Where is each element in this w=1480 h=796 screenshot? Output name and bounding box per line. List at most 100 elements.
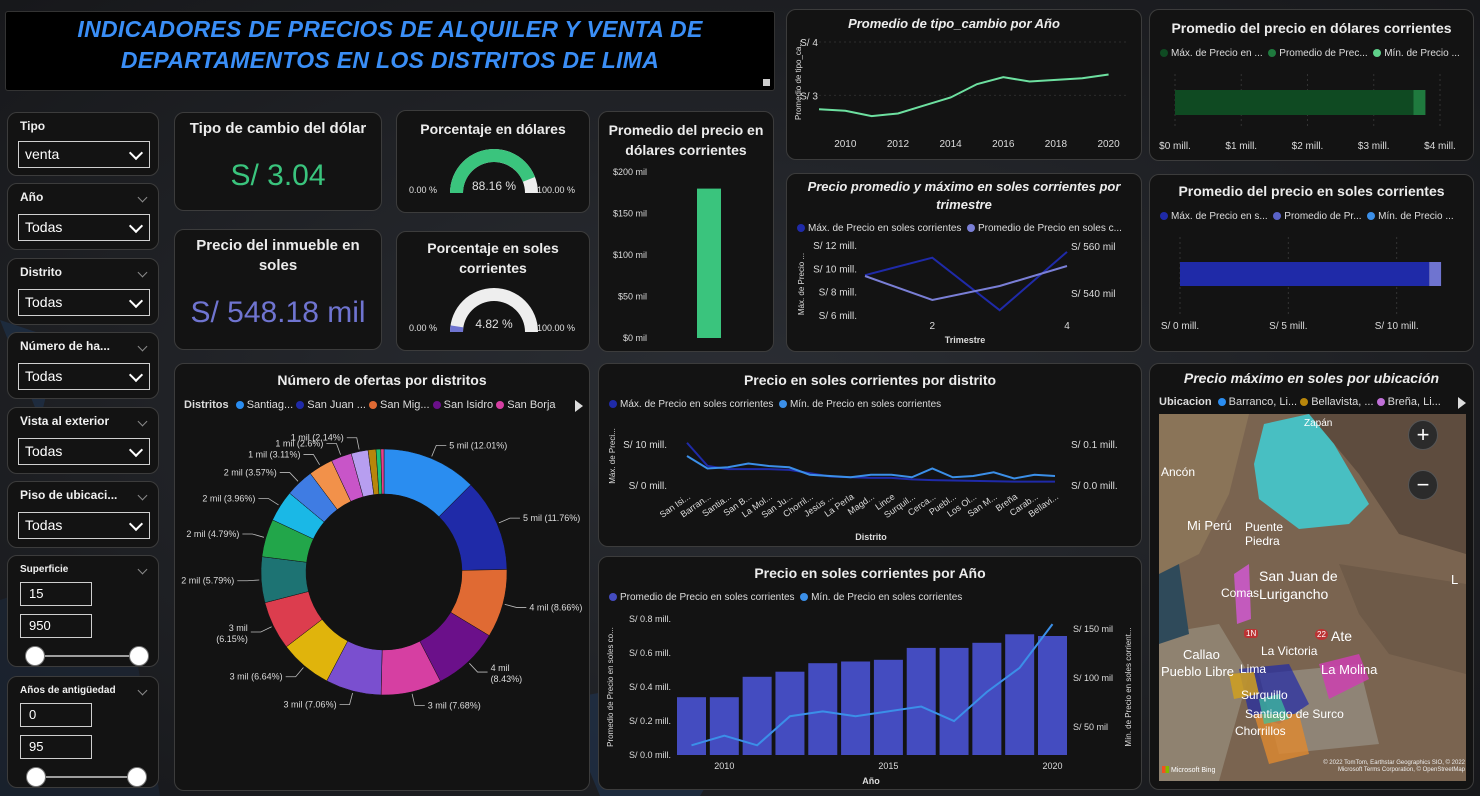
dropdown-piso[interactable]: Todas: [18, 512, 150, 539]
leader-line: [411, 693, 425, 706]
data-label: 3 mil: [229, 623, 248, 633]
data-label: 3 mil (7.06%): [284, 700, 337, 710]
slider-track[interactable]: [34, 776, 138, 778]
legend-title: Ubicacion: [1159, 396, 1212, 408]
legend-next-icon[interactable]: [1458, 397, 1466, 409]
data-label: 4 mil: [491, 663, 510, 673]
bar: [775, 671, 805, 755]
tick-label: $100 mil: [613, 250, 647, 260]
slider-max-handle[interactable]: [129, 646, 149, 666]
slicer-anio[interactable]: Año Todas: [7, 183, 159, 250]
collapse-chevron-icon[interactable]: [137, 416, 148, 427]
data-label: 2 mil (3.57%): [224, 468, 277, 478]
chevron-down-icon[interactable]: [128, 293, 144, 309]
tick-label: 2016: [992, 139, 1015, 150]
data-label: (8.43%): [491, 674, 523, 684]
tick-label: S/ 8 mill.: [819, 288, 857, 299]
chart-pen-hbar: Promedio del precio en soles corrientes …: [1149, 174, 1474, 352]
bar: [1038, 636, 1067, 755]
header-banner: INDICADORES DE PRECIOS DE ALQUILER Y VEN…: [5, 11, 775, 91]
slider-min-handle[interactable]: [25, 646, 45, 666]
slicer-tipo[interactable]: Tipo venta: [7, 112, 159, 176]
chevron-down-icon[interactable]: [128, 516, 144, 532]
map-label: San Juan de Lurigancho: [1259, 568, 1338, 602]
map-canvas[interactable]: Zapán Ancón Mi Perú Puente Piedra San Ju…: [1159, 414, 1466, 781]
tick-label: $0 mill.: [1159, 141, 1191, 152]
legend-item: Breña, Li...: [1387, 396, 1441, 408]
slicer-piso[interactable]: Piso de ubicaci... Todas: [7, 481, 159, 548]
chart-anio: Precio en soles corrientes por Año Prome…: [598, 556, 1142, 790]
tick-label: $2 mill.: [1292, 141, 1324, 152]
leader-line: [469, 663, 488, 673]
legend: Ubicacion Barranco, Li... Bellavista, ..…: [1159, 396, 1441, 408]
chevron-down-icon[interactable]: [128, 145, 144, 161]
axis-label: Año: [862, 776, 880, 786]
kpi-value: S/ 3.04: [230, 159, 326, 192]
dropdown-vista[interactable]: Todas: [18, 438, 150, 465]
tick-label: S/ 540 mil: [1071, 289, 1115, 300]
slicer-vista[interactable]: Vista al exterior Todas: [7, 407, 159, 474]
dropdown-distrito[interactable]: Todas: [18, 289, 150, 316]
bar: [972, 642, 1002, 755]
zoom-in-button[interactable]: +: [1408, 420, 1438, 450]
collapse-chevron-icon[interactable]: [137, 341, 148, 352]
superficie-max-input[interactable]: 950: [20, 614, 92, 638]
axis-label: Máx. de Preci...: [608, 428, 617, 484]
dropdown-habitaciones[interactable]: Todas: [18, 363, 150, 390]
chart-tipo-cambio: Promedio de tipo_cambio por Año S/ 4 S/ 3…: [786, 9, 1142, 160]
slicer-label: Tipo: [20, 119, 46, 133]
dropdown-anio[interactable]: Todas: [18, 214, 150, 241]
range-superficie[interactable]: Superficie 15 950: [7, 555, 159, 667]
chevron-down-icon[interactable]: [128, 218, 144, 234]
map-label: Chorrillos: [1235, 724, 1286, 738]
bar: [906, 647, 936, 755]
collapse-chevron-icon[interactable]: [137, 490, 148, 501]
dropdown-value: Todas: [25, 219, 63, 235]
antiguedad-min-input[interactable]: 0: [20, 703, 92, 727]
chevron-down-icon[interactable]: [128, 367, 144, 383]
gauge-max: 100.00 %: [537, 185, 576, 195]
tick-label: $3 mill.: [1358, 141, 1390, 152]
data-label: 2 mil (4.79%): [186, 529, 239, 539]
collapse-chevron-icon[interactable]: [137, 267, 148, 278]
usd-hbar-plot: $0 mill. $1 mill. $2 mill. $3 mill. $4 mill.: [1159, 74, 1456, 152]
legend-item: Bellavista, ...: [1311, 396, 1374, 408]
zoom-out-button[interactable]: −: [1408, 470, 1438, 500]
map-label: Ancón: [1161, 465, 1196, 479]
gauge-value: 88.16 %: [471, 179, 517, 193]
data-label: 3 mil (6.64%): [230, 672, 283, 682]
resize-handle-icon[interactable]: [763, 79, 770, 86]
map-label: La Victoria: [1261, 644, 1318, 658]
bar: [709, 697, 739, 755]
slider-track[interactable]: [34, 655, 140, 657]
bar: [1429, 262, 1442, 286]
slicer-distrito[interactable]: Distrito Todas: [7, 258, 159, 325]
slider-max-handle[interactable]: [127, 767, 147, 787]
collapse-chevron-icon[interactable]: [137, 192, 148, 203]
gauge-min: 0.00 %: [409, 185, 438, 195]
range-antiguedad[interactable]: Años de antigüedad 0 95: [7, 676, 159, 788]
dropdown-tipo[interactable]: venta: [18, 141, 150, 168]
antiguedad-max-input[interactable]: 95: [20, 735, 92, 759]
collapse-chevron-icon[interactable]: [137, 564, 148, 575]
map-ubicacion: Precio máximo en soles por ubicación Ubi…: [1149, 363, 1474, 790]
data-label: (6.15%): [216, 634, 248, 644]
chevron-down-icon[interactable]: [128, 442, 144, 458]
slider-min-handle[interactable]: [26, 767, 46, 787]
tick-label: S/ 12 mill.: [813, 241, 857, 252]
gauge-soles: Porcentaje en soles corrientes 0.00 % 4.…: [396, 231, 590, 351]
tick-label: S/ 0.0 mill.: [1071, 481, 1118, 492]
leader-line: [237, 579, 260, 582]
bar: [697, 188, 721, 338]
superficie-min-input[interactable]: 15: [20, 582, 92, 606]
chart-usd-hbar: Promedio del precio en dólares corriente…: [1149, 9, 1474, 161]
tick-label: S/ 0.1 mill.: [1071, 440, 1118, 451]
map-label: Pueblo Libre: [1161, 664, 1234, 679]
range-label: Superficie: [20, 564, 69, 575]
collapse-chevron-icon[interactable]: [137, 685, 148, 696]
map-attribution[interactable]: © 2022 TomTom, Earthstar Geographics SIO…: [1319, 760, 1465, 774]
data-label: 5 mil (11.76%): [523, 513, 580, 523]
tick-label: S/ 10 mill.: [813, 264, 857, 275]
slicer-label: Piso de ubicaci...: [20, 488, 118, 502]
slicer-habitaciones[interactable]: Número de ha... Todas: [7, 332, 159, 399]
